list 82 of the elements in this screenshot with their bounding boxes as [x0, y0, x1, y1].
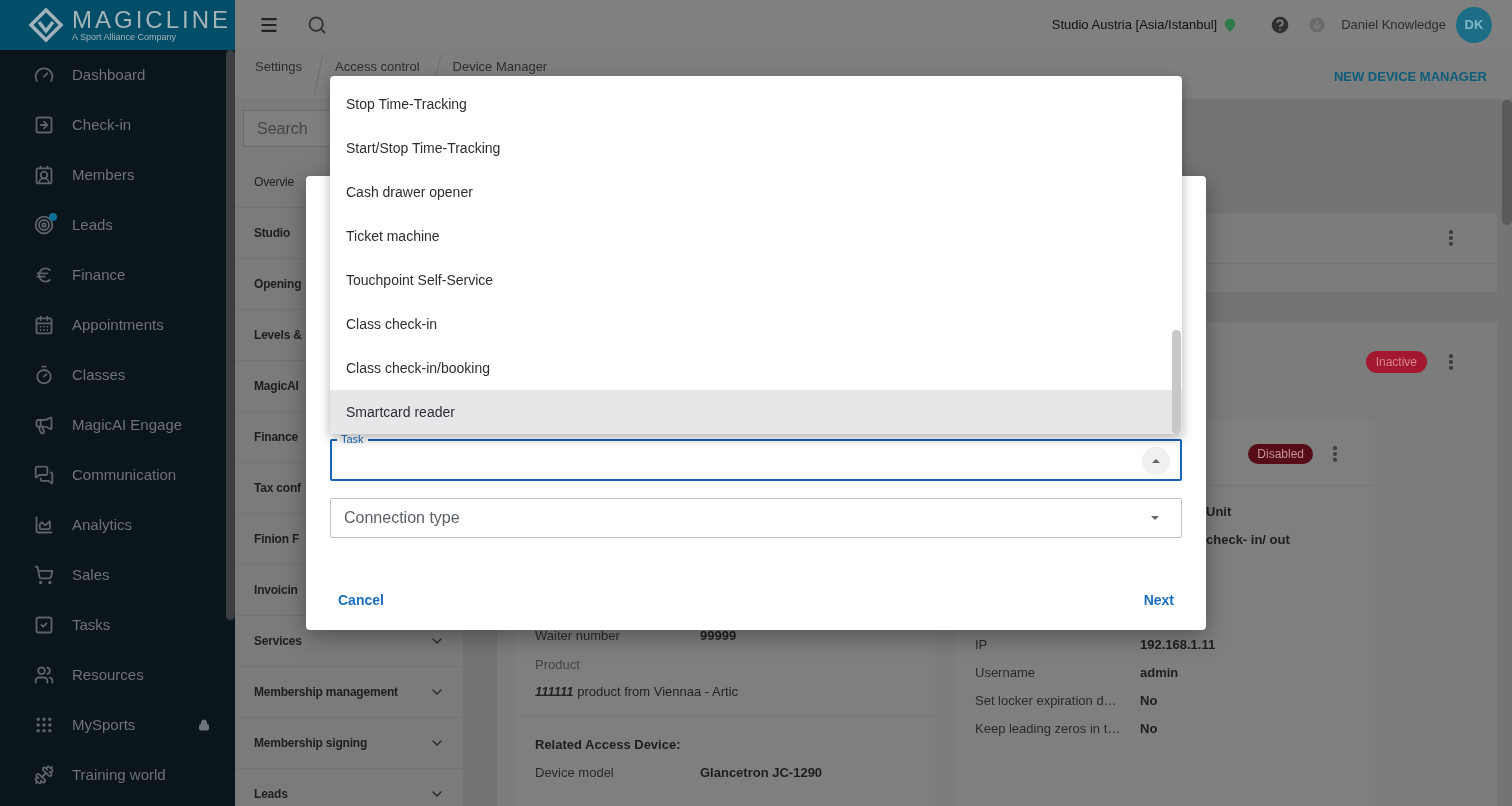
status-badge: Disabled: [1248, 443, 1313, 464]
breadcrumb-link[interactable]: Settings: [255, 59, 302, 75]
dropdown-option[interactable]: Smartcard reader: [330, 390, 1182, 434]
section-title: Related Access Device:: [535, 736, 682, 755]
stopwatch-icon: [34, 365, 54, 385]
field-value: No: [1140, 692, 1158, 711]
sidebar-item[interactable]: Analytics: [0, 500, 226, 550]
sidebar-item[interactable]: Sales: [0, 550, 226, 600]
breadcrumb-link[interactable]: Device Manager: [452, 59, 548, 75]
people-icon: [34, 665, 54, 685]
field-placeholder: Connection type: [344, 508, 461, 528]
field-label: IP: [975, 636, 989, 655]
sidebar-item[interactable]: Training world: [0, 750, 226, 800]
dropdown-option[interactable]: Touchpoint Self-Service: [330, 258, 1182, 302]
megaphone-icon: [34, 415, 54, 435]
cart-icon: [34, 565, 54, 585]
dropdown-option[interactable]: Ticket machine: [330, 214, 1182, 258]
area-chart-icon: [34, 515, 54, 535]
chat-bubbles-icon: [34, 465, 54, 485]
next-button[interactable]: Next: [1135, 584, 1182, 616]
field-label: Device model: [535, 764, 615, 783]
caret-down-icon[interactable]: [1150, 515, 1160, 521]
logo-name: MAGICLINE: [72, 8, 232, 32]
location-pin-icon: [1223, 18, 1238, 32]
contact-card-icon: [34, 165, 54, 185]
field-label: Set locker expiration d…: [975, 692, 1118, 711]
search-icon[interactable]: [307, 15, 327, 35]
euro-icon: [34, 265, 54, 285]
field-label: Username: [975, 664, 1036, 683]
field-value: Unit: [1206, 503, 1232, 522]
dropdown-option[interactable]: Class check-in: [330, 302, 1182, 346]
user-name[interactable]: Daniel Knowledge: [1341, 15, 1446, 35]
menu-icon[interactable]: [259, 15, 279, 35]
arrow-in-box-icon: [34, 115, 54, 135]
field-value: No: [1140, 720, 1158, 739]
field-label: Waiter number: [535, 627, 621, 646]
select-field[interactable]: Task: [330, 434, 1182, 481]
sidebar-scrollbar[interactable]: [226, 50, 235, 620]
lock-icon: [198, 719, 210, 731]
sidebar-item[interactable]: Appointments: [0, 300, 226, 350]
product-value: 111111 product from Viennaa - Artic: [535, 683, 740, 702]
field-value: 192.168.1.11: [1140, 636, 1216, 655]
dropdown-option[interactable]: Class check-in/booking: [330, 346, 1182, 390]
breadcrumb-link[interactable]: Access control: [335, 59, 420, 75]
sidebar-item[interactable]: Check-in: [0, 100, 226, 150]
cancel-button[interactable]: Cancel: [330, 584, 392, 616]
field-value: Glancetron JC-1290: [700, 764, 823, 783]
field-value: admin: [1140, 664, 1179, 683]
field-label: Product: [535, 656, 581, 675]
calendar-icon: [34, 315, 54, 335]
gauge-icon: [34, 65, 54, 85]
sidebar-item[interactable]: Resources: [0, 650, 226, 700]
sidebar-item[interactable]: MagicAI Engage: [0, 400, 226, 450]
sidebar-item[interactable]: MySports: [0, 700, 226, 750]
sidebar-item[interactable]: Tasks: [0, 600, 226, 650]
dropdown-option[interactable]: Start/Stop Time-Tracking: [330, 126, 1182, 170]
dumbbell-icon: [34, 765, 54, 785]
dropdown-scrollbar[interactable]: [1172, 330, 1181, 434]
field-value: 99999: [700, 627, 737, 646]
sidebar-item[interactable]: Classes: [0, 350, 226, 400]
select-field[interactable]: Connection type: [330, 498, 1182, 538]
status-badge: Inactive: [1365, 351, 1427, 373]
checkbox-icon: [34, 615, 54, 635]
sidebar-item[interactable]: Members: [0, 150, 226, 200]
field-label: Keep leading zeros in t…: [975, 720, 1122, 739]
help-icon[interactable]: [1269, 14, 1292, 36]
field-value: check- in/ out: [1206, 531, 1290, 550]
sidebar-item[interactable]: Dashboard: [0, 50, 226, 100]
sidebar-item[interactable]: Communication: [0, 450, 226, 500]
field-label: Task: [340, 434, 365, 445]
user-avatar[interactable]: DK: [1456, 7, 1492, 43]
sidebar-item[interactable]: Leads: [0, 200, 226, 250]
sidebar-item[interactable]: Finance: [0, 250, 226, 300]
caret-up-icon[interactable]: [1142, 446, 1170, 475]
dropdown-option[interactable]: Cash drawer opener: [330, 170, 1182, 214]
dots-grid-icon: [34, 715, 54, 735]
logo-icon: [28, 7, 64, 43]
target-icon: [34, 215, 54, 235]
page-scrollbar[interactable]: [1502, 100, 1512, 225]
logo-tagline: A Sport Alliance Company: [72, 33, 178, 42]
studio-name[interactable]: Studio Austria [Asia/Istanbul]: [1051, 15, 1218, 35]
dropdown-option[interactable]: Stop Time-Tracking: [330, 82, 1182, 126]
